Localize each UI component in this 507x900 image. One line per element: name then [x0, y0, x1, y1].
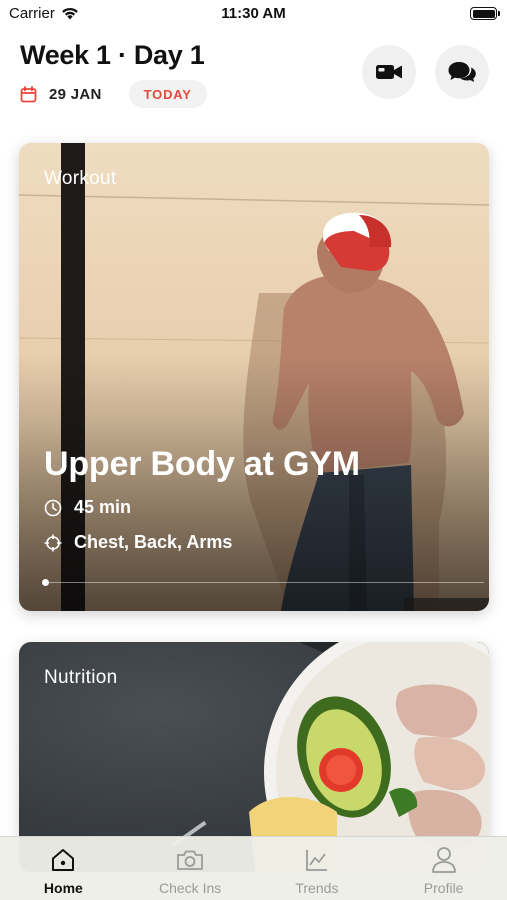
nutrition-label: Nutrition — [44, 667, 118, 688]
calendar-icon — [20, 85, 37, 102]
status-bar: Carrier 11:30 AM — [0, 0, 507, 30]
muscles-value: Chest, Back, Arms — [74, 532, 233, 552]
tab-check-ins-label: Check Ins — [159, 880, 222, 896]
chart-icon — [305, 850, 327, 871]
workout-title: Upper Body at GYM — [44, 445, 360, 483]
clock-icon — [44, 499, 62, 516]
workout-duration: 45 min — [44, 497, 131, 518]
duration-value: 45 min — [74, 497, 132, 517]
user-icon — [431, 847, 456, 873]
carousel-track — [44, 582, 484, 583]
tab-home[interactable]: Home — [0, 837, 127, 900]
workout-card[interactable]: Workout Upper Body at GYM 45 min Chest, … — [19, 143, 489, 611]
video-call-button[interactable] — [362, 45, 416, 99]
date-row: 29 JAN TODAY — [20, 80, 207, 108]
video-camera-icon — [376, 65, 402, 79]
workout-muscles: Chest, Back, Arms — [44, 532, 232, 553]
carousel-indicator — [42, 579, 49, 586]
crosshair-icon — [44, 534, 62, 551]
chat-button[interactable] — [435, 45, 489, 99]
tab-trends[interactable]: Trends — [254, 837, 381, 900]
today-button[interactable]: TODAY — [128, 80, 207, 108]
page-title: Week 1 · Day 1 — [20, 40, 205, 70]
tab-profile[interactable]: Profile — [380, 837, 507, 900]
battery-icon — [470, 7, 500, 20]
tab-home-label: Home — [43, 880, 83, 896]
tab-check-ins[interactable]: Check Ins — [127, 837, 254, 900]
home-icon — [52, 849, 75, 871]
tab-profile-label: Profile — [423, 880, 464, 896]
current-date: 29 JAN — [49, 85, 102, 103]
chat-bubbles-icon — [448, 62, 476, 82]
tab-bar: Home Check Ins Trends Profile — [0, 836, 507, 900]
camera-icon — [177, 850, 204, 870]
tab-trends-label: Trends — [295, 880, 339, 896]
workout-label: Workout — [44, 168, 117, 189]
status-time: 11:30 AM — [221, 5, 286, 22]
